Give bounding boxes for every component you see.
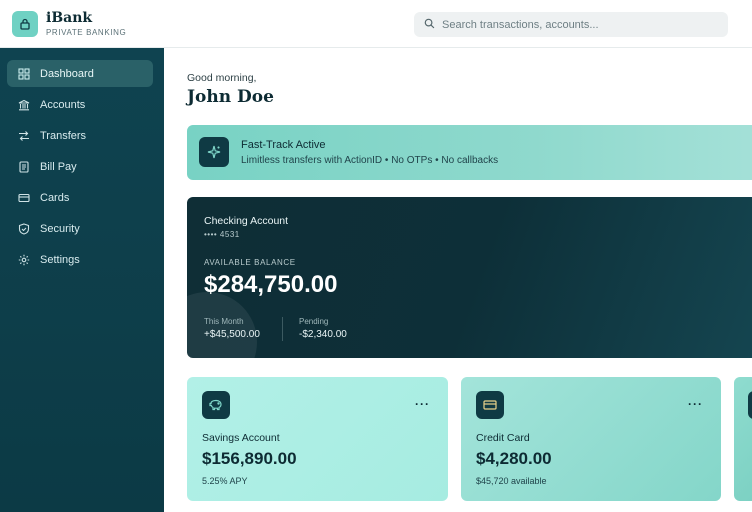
piggy-bank-icon bbox=[202, 391, 230, 419]
brand-tagline: PRIVATE BANKING bbox=[46, 28, 127, 37]
greeting-text: Good morning, bbox=[187, 72, 257, 84]
sidebar-item-transfers[interactable]: Transfers bbox=[7, 122, 153, 149]
fast-track-banner[interactable]: Fast-Track Active Limitless transfers wi… bbox=[187, 125, 752, 180]
divider bbox=[282, 317, 283, 341]
checking-account-card[interactable]: Checking Account •••• 4531 AVAILABLE BAL… bbox=[187, 197, 752, 358]
sidebar-item-accounts[interactable]: Accounts bbox=[7, 91, 153, 118]
card-icon bbox=[748, 391, 752, 419]
savings-account-card[interactable]: ··· Savings Account $156,890.00 5.25% AP… bbox=[187, 377, 448, 501]
sidebar-item-label: Bill Pay bbox=[40, 160, 77, 173]
sidebar-item-label: Accounts bbox=[40, 98, 86, 111]
card-title: Savings Account bbox=[202, 432, 280, 444]
sidebar-item-security[interactable]: Security bbox=[7, 215, 153, 242]
sidebar-item-label: Cards bbox=[40, 191, 70, 204]
card-amount: $156,890.00 bbox=[202, 449, 297, 468]
sidebar-item-label: Dashboard bbox=[40, 67, 94, 80]
account-title: Checking Account bbox=[204, 215, 289, 227]
gear-icon bbox=[18, 254, 30, 266]
pending-label: Pending bbox=[299, 317, 329, 326]
card-subtext: $45,720 available bbox=[476, 476, 547, 486]
this-month-label: This Month bbox=[204, 317, 244, 326]
search-bar[interactable] bbox=[414, 12, 728, 37]
banner-subtitle: Limitless transfers with ActionID • No O… bbox=[241, 155, 499, 166]
transfer-arrows-icon bbox=[18, 130, 30, 142]
bank-icon bbox=[18, 99, 30, 111]
credit-card-card[interactable]: ··· Credit Card $4,280.00 $45,720 availa… bbox=[461, 377, 721, 501]
card-amount: $4,280.00 bbox=[476, 449, 552, 468]
credit-card-icon bbox=[18, 192, 30, 204]
search-input[interactable] bbox=[442, 18, 712, 31]
sidebar-item-settings[interactable]: Settings bbox=[7, 246, 153, 273]
credit-card-icon bbox=[476, 391, 504, 419]
sidebar: Dashboard Accounts Transfers Bill Pay Ca… bbox=[0, 48, 164, 512]
partial-account-card[interactable] bbox=[734, 377, 752, 501]
card-subtext: 5.25% APY bbox=[202, 476, 248, 486]
sidebar-item-cards[interactable]: Cards bbox=[7, 184, 153, 211]
sidebar-item-label: Security bbox=[40, 222, 80, 235]
sidebar-item-label: Transfers bbox=[40, 129, 87, 142]
more-options-button[interactable]: ··· bbox=[688, 397, 703, 411]
balance-label: AVAILABLE BALANCE bbox=[204, 258, 296, 267]
card-title: Credit Card bbox=[476, 432, 530, 444]
receipt-icon bbox=[18, 160, 30, 173]
more-options-button[interactable]: ··· bbox=[415, 397, 430, 411]
sidebar-item-bill-pay[interactable]: Bill Pay bbox=[7, 153, 153, 180]
banner-title: Fast-Track Active bbox=[241, 139, 326, 151]
grid-icon bbox=[18, 67, 30, 80]
pending-value: -$2,340.00 bbox=[299, 329, 347, 340]
sparkle-icon bbox=[199, 137, 229, 167]
search-icon bbox=[424, 16, 435, 34]
sidebar-item-dashboard[interactable]: Dashboard bbox=[7, 60, 153, 87]
top-header: iBank PRIVATE BANKING bbox=[0, 0, 752, 48]
shield-icon bbox=[18, 222, 30, 235]
user-name: John Doe bbox=[187, 87, 274, 107]
account-number: •••• 4531 bbox=[204, 230, 240, 239]
this-month-value: +$45,500.00 bbox=[204, 329, 260, 340]
brand-name[interactable]: iBank bbox=[46, 10, 92, 26]
lock-icon[interactable] bbox=[12, 11, 38, 37]
account-balance: $284,750.00 bbox=[204, 271, 338, 298]
sidebar-item-label: Settings bbox=[40, 253, 80, 266]
